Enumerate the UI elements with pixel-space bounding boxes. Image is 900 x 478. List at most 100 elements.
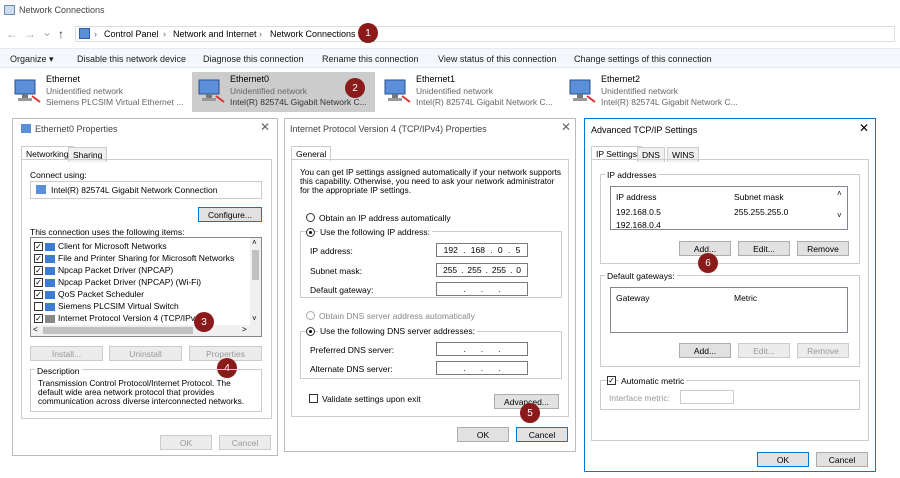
install-button[interactable]: Install...	[30, 346, 103, 361]
adapter-device: Intel(R) 82574L Gigabit Network C...	[416, 97, 553, 107]
octet-dot: .	[463, 363, 466, 373]
diagnose-button[interactable]: Diagnose this connection	[203, 54, 304, 64]
ipv4-title: Internet Protocol Version 4 (TCP/IPv4) P…	[290, 124, 487, 134]
octet-dot: .	[485, 265, 488, 275]
breadcrumb-control-panel[interactable]: Control Panel	[104, 29, 159, 39]
list-item[interactable]: ✓ Npcap Packet Driver (NPCAP)	[34, 265, 173, 276]
adapter-name: Ethernet	[46, 74, 81, 84]
adapter-device: Intel(R) 82574L Gigabit Network C...	[230, 97, 367, 107]
alternate-dns-field[interactable]: ...	[436, 361, 528, 375]
forward-icon[interactable]: →	[24, 27, 36, 41]
table-row-ip[interactable]: 192.168.0.5	[616, 207, 661, 217]
interface-metric-field[interactable]	[680, 390, 734, 404]
network-connections-icon	[4, 5, 15, 15]
automatic-metric-checkbox[interactable]: ✓	[607, 376, 616, 385]
edit-ip-button[interactable]: Edit...	[738, 241, 790, 256]
ok-button[interactable]: OK	[757, 452, 809, 467]
up-icon[interactable]: ↑	[58, 27, 64, 41]
annotation-badge-2: 2	[345, 78, 365, 98]
back-icon[interactable]: ←	[6, 27, 18, 41]
mask-octet: 255	[467, 265, 482, 275]
checkbox[interactable]: ✓	[34, 314, 43, 324]
cancel-button[interactable]: Cancel	[816, 452, 868, 467]
checkbox[interactable]: ✓	[34, 266, 43, 276]
use-dns-label: Use the following DNS server addresses:	[318, 326, 477, 336]
view-status-button[interactable]: View status of this connection	[438, 54, 556, 64]
validate-checkbox[interactable]	[309, 394, 318, 403]
close-icon[interactable]: ✕	[561, 120, 571, 134]
close-icon[interactable]: ✕	[260, 120, 270, 134]
remove-gateway-button[interactable]: Remove	[797, 343, 849, 358]
network-adapter-icon	[384, 79, 411, 103]
configure-button[interactable]: Configure...	[198, 207, 262, 222]
rename-button[interactable]: Rename this connection	[322, 54, 419, 64]
breadcrumb-network-internet[interactable]: Network and Internet	[173, 29, 257, 39]
disable-device-button[interactable]: Disable this network device	[77, 54, 186, 64]
change-settings-button[interactable]: Change settings of this connection	[574, 54, 712, 64]
checkbox[interactable]	[34, 302, 43, 312]
radio-use-dns[interactable]	[306, 327, 315, 336]
gateway-list[interactable]: Gateway Metric	[610, 287, 848, 333]
scroll-right-icon[interactable]: >	[242, 325, 247, 334]
recent-dropdown-icon[interactable]: ⌄	[42, 25, 52, 39]
list-item[interactable]: ✓ File and Printer Sharing for Microsoft …	[34, 253, 234, 264]
ip-addresses-label: IP addresses	[605, 170, 659, 180]
subnet-mask-field[interactable]: 255. 255. 255. 0	[436, 263, 528, 277]
table-row-mask[interactable]: 255.255.255.0	[734, 207, 788, 217]
ip-address-field[interactable]: 192. 168. 0. 5	[436, 243, 528, 257]
list-item[interactable]: ✓ Npcap Packet Driver (NPCAP) (Wi-Fi)	[34, 277, 201, 288]
adapter-ethernet1[interactable]: Ethernet1 Unidentified network Intel(R) …	[378, 72, 558, 112]
table-row-ip[interactable]: 192.168.0.4	[616, 220, 661, 228]
ip-address-list[interactable]: IP address Subnet mask 192.168.0.5 255.2…	[610, 186, 848, 230]
subnet-mask-label: Subnet mask:	[310, 266, 362, 276]
adapter-ethernet2[interactable]: Ethernet2 Unidentified network Intel(R) …	[563, 72, 748, 112]
radio-obtain-ip[interactable]	[306, 213, 315, 222]
cancel-button[interactable]: Cancel	[516, 427, 568, 442]
ok-button[interactable]: OK	[457, 427, 509, 442]
breadcrumb-network-connections[interactable]: Network Connections	[270, 29, 356, 39]
radio-use-ip[interactable]	[306, 228, 315, 237]
list-item[interactable]: Siemens PLCSIM Virtual Switch	[34, 301, 179, 312]
adapter-device: Siemens PLCSIM Virtual Ethernet ...	[46, 97, 184, 107]
radio-obtain-dns[interactable]	[306, 311, 315, 320]
checkbox[interactable]: ✓	[34, 242, 43, 252]
interface-metric-label: Interface metric:	[609, 393, 670, 403]
ip-octet: 192	[443, 245, 458, 255]
checkbox[interactable]: ✓	[34, 278, 43, 288]
cancel-button[interactable]: Cancel	[219, 435, 271, 450]
checkbox[interactable]: ✓	[34, 254, 43, 264]
column-header-gateway[interactable]: Gateway	[616, 293, 650, 303]
adapter-status: Unidentified network	[230, 86, 308, 96]
octet-dot: .	[480, 284, 484, 294]
close-icon[interactable]: ✕	[859, 121, 869, 135]
add-gateway-button[interactable]: Add...	[679, 343, 731, 358]
remove-ip-button[interactable]: Remove	[797, 241, 849, 256]
scroll-down-icon[interactable]: ˅	[252, 314, 257, 323]
organize-menu[interactable]: Organize ▾	[10, 54, 54, 65]
column-header-metric[interactable]: Metric	[734, 293, 757, 303]
column-header-mask[interactable]: Subnet mask	[734, 192, 784, 202]
adapter-ethernet[interactable]: Ethernet Unidentified network Siemens PL…	[8, 72, 186, 112]
octet-dot: .	[463, 284, 466, 294]
breadcrumb-sep: ›	[259, 29, 262, 39]
list-item[interactable]: ✓ QoS Packet Scheduler	[34, 289, 144, 300]
scroll-left-icon[interactable]: <	[33, 325, 38, 334]
scroll-up-icon[interactable]: ˄	[837, 189, 842, 198]
list-item[interactable]: ✓ Internet Protocol Version 4 (TCP/IPv4)	[34, 313, 203, 324]
gateway-field[interactable]: ...	[436, 282, 528, 296]
list-item[interactable]: ✓ Client for Microsoft Networks	[34, 241, 167, 252]
components-list[interactable]: ✓ Client for Microsoft Networks ✓ File and…	[30, 237, 262, 337]
column-header-ip[interactable]: IP address	[616, 192, 656, 202]
service-icon	[45, 290, 55, 299]
ok-button[interactable]: OK	[160, 435, 212, 450]
scrollbar-thumb[interactable]	[43, 327, 193, 334]
adapter-status: Unidentified network	[601, 86, 679, 96]
description-label: Description	[35, 366, 82, 376]
scrollbar-thumb[interactable]	[252, 250, 259, 280]
preferred-dns-field[interactable]: ...	[436, 342, 528, 356]
scroll-down-icon[interactable]: ˅	[837, 211, 842, 220]
edit-gateway-button[interactable]: Edit...	[738, 343, 790, 358]
scroll-up-icon[interactable]: ˄	[252, 238, 257, 247]
checkbox[interactable]: ✓	[34, 290, 43, 300]
uninstall-button[interactable]: Uninstall	[109, 346, 182, 361]
